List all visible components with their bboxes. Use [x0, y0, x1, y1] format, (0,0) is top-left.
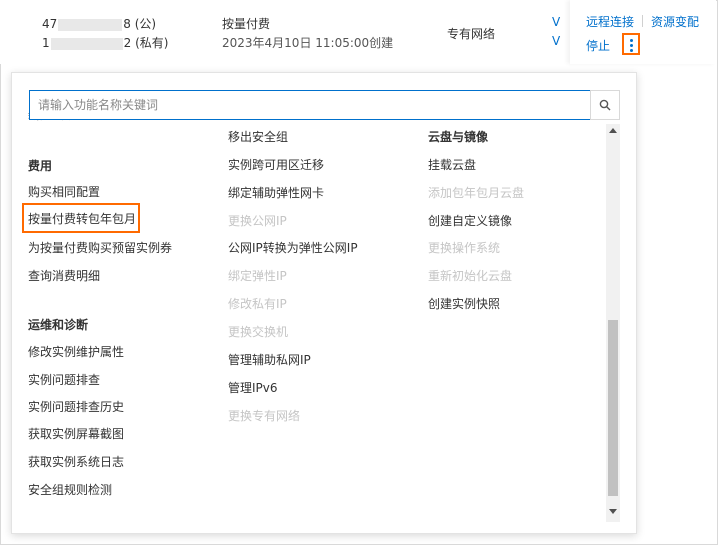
- network-type: 专有网络: [447, 27, 496, 41]
- menu-item-troubleshoot[interactable]: 实例问题排查: [28, 373, 100, 387]
- menu-item-bind-eni[interactable]: 绑定辅助弹性网卡: [228, 186, 324, 200]
- private-ip-prefix: 1: [42, 36, 50, 50]
- menu-item-troubleshoot-history[interactable]: 实例问题排查历史: [28, 400, 124, 414]
- scrollbar-thumb[interactable]: [608, 320, 618, 496]
- menu-item-manage-ipv6[interactable]: 管理IPv6: [228, 381, 278, 395]
- search-field[interactable]: [29, 90, 591, 120]
- menu-item-system-log[interactable]: 获取实例系统日志: [28, 455, 124, 469]
- public-ip: 47 8 (公): [42, 15, 156, 32]
- menu-item-add-subscription-disk: 添加包年包月云盘: [428, 186, 525, 200]
- group-title-disk-image: 云盘与镜像: [428, 130, 489, 144]
- menu-item-change-vswitch: 更换交换机: [228, 325, 289, 339]
- menu-item-secondary-private-ip[interactable]: 管理辅助私网IP: [228, 353, 311, 367]
- private-ip-suffix: 2 (私有): [123, 36, 169, 50]
- stop-link[interactable]: 停止: [586, 37, 610, 54]
- more-dots-icon: [630, 39, 633, 42]
- menu-item-billing-details[interactable]: 查询消费明细: [28, 269, 100, 283]
- menu-item-attach-disk[interactable]: 挂载云盘: [428, 158, 476, 172]
- menu-item-maintenance-attributes[interactable]: 修改实例维护属性: [28, 345, 124, 359]
- scroll-down-arrow-icon[interactable]: [609, 509, 617, 514]
- group-title-ops: 运维和诊断: [28, 318, 89, 332]
- highlight-box: [22, 203, 140, 233]
- redaction-block: [50, 37, 123, 50]
- created-time: 2023年4月10日 11:05:00创建: [222, 36, 394, 50]
- more-actions-button[interactable]: [622, 33, 640, 55]
- billing-method: 按量付费: [222, 17, 271, 31]
- link-divider: [642, 15, 643, 27]
- menu-item-buy-same-config[interactable]: 购买相同配置: [28, 185, 100, 199]
- menu-item-sg-rule-check[interactable]: 安全组规则检测: [28, 483, 112, 497]
- private-ip: 1 2 (私有): [42, 34, 168, 51]
- group-title-billing: 费用: [28, 159, 53, 173]
- menu-item-create-snapshot[interactable]: 创建实例快照: [428, 297, 500, 311]
- menu-item-remove-sg[interactable]: 移出安全组: [228, 130, 288, 144]
- public-ip-suffix: 8 (公): [123, 17, 157, 31]
- menu-item-buy-reserved-instance[interactable]: 为按量付费购买预留实例券: [28, 241, 172, 255]
- menu-item-create-custom-image[interactable]: 创建自定义镜像: [428, 214, 512, 228]
- redaction-block: [58, 18, 123, 31]
- menu-item-bind-eip: 绑定弹性IP: [228, 269, 287, 283]
- vpc-link-fragment[interactable]: V: [552, 15, 560, 29]
- menu-item-convert-to-eip[interactable]: 公网IP转换为弹性公网IP: [228, 241, 358, 255]
- menu-item-modify-private-ip: 修改私有IP: [228, 297, 287, 311]
- vswitch-link-fragment[interactable]: V: [552, 34, 560, 48]
- search-button[interactable]: [590, 90, 620, 120]
- actions-column: [570, 0, 716, 64]
- menu-item-change-public-ip: 更换公网IP: [228, 214, 287, 228]
- menu-item-reinit-disk: 重新初始化云盘: [428, 269, 513, 283]
- remote-connect-link[interactable]: 远程连接: [586, 13, 634, 30]
- search-icon: [599, 99, 611, 111]
- search-input[interactable]: [38, 91, 578, 119]
- menu-item-screenshot[interactable]: 获取实例屏幕截图: [28, 427, 124, 441]
- menu-item-change-vpc: 更换专有网络: [228, 409, 301, 423]
- menu-item-change-os: 更换操作系统: [428, 241, 501, 255]
- scroll-up-arrow-icon[interactable]: [609, 128, 617, 133]
- more-dots-icon-dot: [630, 49, 633, 52]
- resource-change-link[interactable]: 资源变配: [651, 13, 699, 30]
- more-dots-icon-dot: [630, 44, 633, 47]
- menu-item-cross-zone-migrate[interactable]: 实例跨可用区迁移: [228, 158, 324, 172]
- public-ip-prefix: 47: [42, 17, 58, 31]
